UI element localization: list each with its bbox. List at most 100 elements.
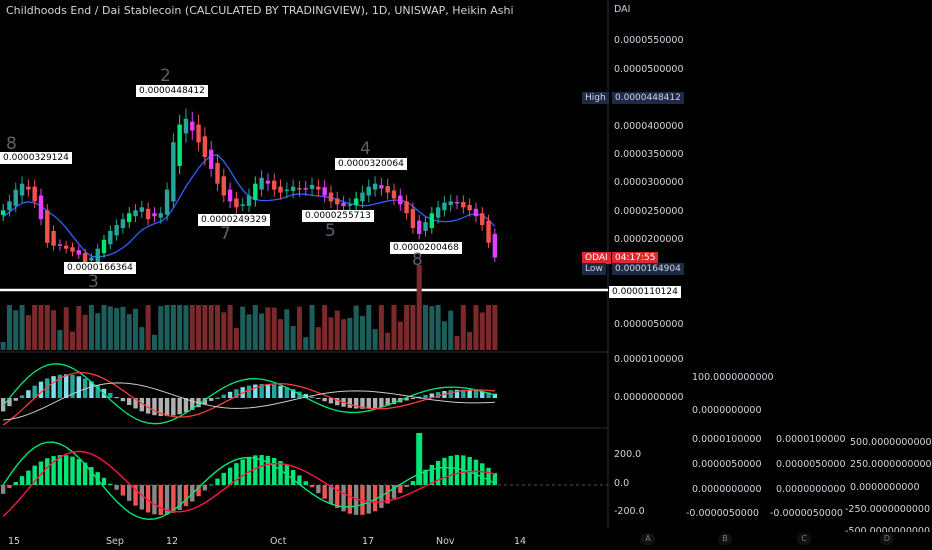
volume-bar [454,335,460,350]
volume-bar [51,310,57,350]
candle-body [309,184,315,190]
horizontal-line-value: 0.0000110124 [608,285,682,299]
candle-body [246,195,252,206]
macd-histogram-bar [410,398,416,399]
volume-bar [429,306,435,350]
trough-price-label: 0.0000200468 [390,242,462,254]
macd-histogram-bar [164,398,170,417]
wave-number: 3 [88,272,99,292]
candle-body [467,204,472,211]
oscillator-panel [0,433,608,521]
volume-bar [170,305,176,350]
macd-histogram-bar [423,394,428,398]
volume-bar [296,306,302,350]
osc-axis-tick: 0.0 [614,478,630,489]
osc-histogram-bar [13,482,18,485]
volume-bar [265,307,271,350]
volume-bar [151,334,157,350]
osc-histogram-bar [120,485,126,496]
macd-axis-tick: 0.0000100000 [614,354,684,365]
candle-body [366,186,371,196]
candle-body [70,247,75,252]
volume-bar [145,305,151,350]
volume-bar [233,327,239,350]
candle-body [448,201,453,205]
candle-body [385,186,390,193]
candle-body [234,198,239,208]
candle-body [290,186,296,192]
volume-bar [25,315,31,350]
macd-histogram-bar [13,398,18,401]
wave-number: 5 [325,221,336,241]
x-axis-tick: Nov [436,536,455,547]
macd-axis-tick: 0.0000000000 [614,392,684,403]
trough-price-label: 0.0000166364 [64,262,136,274]
volume-bar [259,313,265,350]
candle-body [429,213,435,229]
volume-bar [0,342,6,350]
peak-price-label: 0.0000448412 [136,85,208,97]
volume-bar [271,307,277,350]
volume-bar [88,305,94,350]
osc-histogram-bar [208,484,214,486]
macd-histogram-bar [171,398,176,416]
wave-number: 2 [160,66,171,86]
osc-value: 0.0000100000 [692,434,762,445]
scale-letter-d[interactable]: D [880,533,894,545]
candle-body [13,189,18,206]
price-axis-tick: 0.0000350000 [614,149,684,160]
volume-bar [57,330,63,350]
candle-body [208,149,214,169]
low-value: 0.0000164904 [612,263,684,275]
osc-histogram-bar [448,455,453,485]
osc-histogram-bar [215,478,220,485]
macd-histogram-bar [379,398,384,408]
price-axis-tick: 0.0000250000 [614,206,684,217]
volume-bar [303,337,309,350]
volume-bar [404,305,410,350]
osc-histogram-bar [26,470,31,485]
volume-bar [328,317,334,350]
osc-histogram-bar [57,455,63,485]
price-axis-tick: 0.0000550000 [614,35,684,46]
osc-histogram-bar [183,485,189,507]
osc-histogram-bar [108,483,113,485]
scale-letter-c[interactable]: C [797,533,811,545]
osc-histogram-bar [19,476,25,485]
volume-bar [32,305,38,350]
volume-bar [322,305,328,350]
scale-letter-b[interactable]: B [718,533,732,545]
candle-body [57,244,63,246]
macd-value: 0.0000000000 [692,405,762,416]
candle-body [139,207,145,212]
osc-histogram-bar [404,485,409,487]
volume-bar [391,305,397,350]
macd-histogram-bar [366,398,371,409]
volume-bar [334,310,340,350]
macd-histogram-bar [152,398,157,416]
volume-bar [63,307,69,350]
macd-value: 100.0000000000 [692,372,774,383]
candle-body [442,202,447,211]
candle-body [259,177,264,190]
candle-body [278,186,283,193]
volume-bar [441,321,447,350]
volume-bar [467,331,473,350]
price-axis-tick: 0.0000500000 [614,64,684,75]
wave-number: 8 [6,134,17,154]
macd-histogram-bar [208,398,214,401]
volume-bar [133,308,139,350]
scale-letter-a[interactable]: A [641,533,655,545]
volume-bar [38,305,44,350]
volume-bar [410,305,416,350]
candle-body [379,185,384,189]
volume-bar [6,305,12,350]
candle-body [145,208,151,220]
candle-body [7,201,12,211]
axis-currency: DAI [614,4,631,15]
volume-bar [347,317,353,350]
volume-bar [107,306,113,350]
macd-histogram-bar [448,390,453,398]
high-value: 0.0000448412 [612,92,684,104]
osc-value: 0.0000050000 [692,459,762,470]
